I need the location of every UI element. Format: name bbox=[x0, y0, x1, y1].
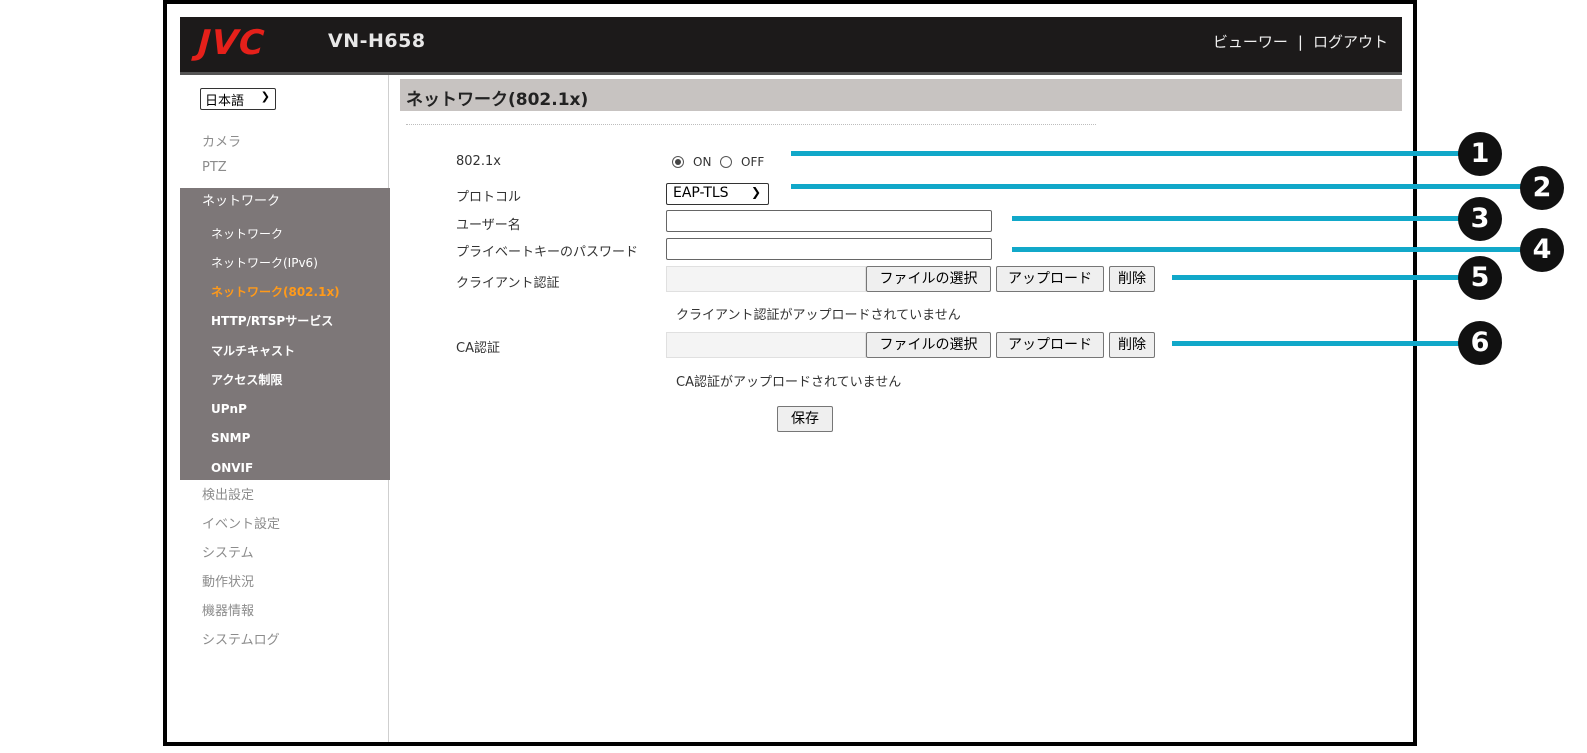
main-content: ネットワーク(802.1x) 802.1x ON OFF プロトコル EAP-T… bbox=[400, 75, 1402, 742]
logout-link[interactable]: ログアウト bbox=[1313, 33, 1388, 51]
protocol-select[interactable]: EAP-TLS ❯ bbox=[666, 183, 769, 205]
link-separator: | bbox=[1297, 33, 1303, 51]
dot1x-on-radio[interactable] bbox=[672, 156, 684, 168]
username-input[interactable] bbox=[666, 210, 992, 232]
sidebar: 日本語 ❯ カメラ PTZ ネットワーク ネットワーク ネットワーク(IPv6)… bbox=[180, 75, 390, 742]
sidebar-item-system[interactable]: システム bbox=[202, 542, 254, 561]
sidebar-item-system-log[interactable]: システムログ bbox=[202, 629, 280, 648]
sidebar-subitem-snmp[interactable]: SNMP bbox=[211, 431, 250, 445]
callout-line-1 bbox=[791, 151, 1463, 156]
dot1x-off-radio[interactable] bbox=[720, 156, 732, 168]
divider bbox=[406, 124, 1096, 125]
callout-badge-3: 3 bbox=[1458, 197, 1502, 241]
sidebar-subitem-network[interactable]: ネットワーク bbox=[211, 225, 283, 242]
client-cert-label: クライアント認証 bbox=[456, 276, 560, 291]
page-title: ネットワーク(802.1x) bbox=[406, 90, 589, 110]
sidebar-subitem-multicast[interactable]: マルチキャスト bbox=[211, 342, 295, 359]
ca-cert-status: CA認証がアップロードされていません bbox=[676, 375, 902, 390]
chevron-down-icon: ❯ bbox=[750, 185, 761, 199]
top-header: JVC VN-H658 ビューワー | ログアウト bbox=[180, 17, 1402, 75]
callout-line-5 bbox=[1172, 275, 1463, 280]
page-title-bar: ネットワーク(802.1x) bbox=[400, 79, 1402, 111]
client-cert-choose-file-button[interactable]: ファイルの選択 bbox=[866, 266, 991, 292]
sidebar-item-ptz[interactable]: PTZ bbox=[202, 160, 227, 175]
sidebar-subitem-upnp[interactable]: UPnP bbox=[211, 402, 247, 416]
dot1x-on-label: ON bbox=[693, 155, 712, 169]
callout-line-4 bbox=[1012, 247, 1526, 252]
sidebar-subitem-onvif[interactable]: ONVIF bbox=[211, 461, 253, 475]
sidebar-subitem-access-control[interactable]: アクセス制限 bbox=[211, 371, 282, 388]
username-label: ユーザー名 bbox=[456, 218, 521, 233]
client-cert-status: クライアント認証がアップロードされていません bbox=[676, 308, 961, 323]
sidebar-item-camera[interactable]: カメラ bbox=[202, 131, 241, 150]
sidebar-item-detection[interactable]: 検出設定 bbox=[202, 484, 254, 503]
sidebar-item-network[interactable]: ネットワーク bbox=[202, 190, 280, 209]
sidebar-subitem-network-8021x[interactable]: ネットワーク(802.1x) bbox=[211, 283, 340, 300]
ca-cert-choose-file-button[interactable]: ファイルの選択 bbox=[866, 332, 991, 358]
protocol-label: プロトコル bbox=[456, 190, 522, 205]
chevron-down-icon: ❯ bbox=[260, 90, 270, 103]
ca-cert-upload-button[interactable]: アップロード bbox=[996, 332, 1104, 358]
protocol-value: EAP-TLS bbox=[673, 185, 729, 201]
sidebar-item-device-info[interactable]: 機器情報 bbox=[202, 600, 254, 619]
client-cert-file-field bbox=[666, 266, 866, 292]
sidebar-item-event[interactable]: イベント設定 bbox=[202, 513, 280, 532]
model-name: VN-H658 bbox=[328, 30, 426, 52]
callout-line-6 bbox=[1172, 341, 1463, 346]
client-cert-delete-button[interactable]: 削除 bbox=[1109, 266, 1155, 292]
callout-line-2 bbox=[791, 184, 1526, 189]
callout-badge-6: 6 bbox=[1458, 321, 1502, 365]
sidebar-subitem-http-rtsp[interactable]: HTTP/RTSPサービス bbox=[211, 312, 333, 329]
dot1x-off-label: OFF bbox=[741, 155, 765, 169]
client-cert-upload-button[interactable]: アップロード bbox=[996, 266, 1104, 292]
private-key-password-input[interactable] bbox=[666, 238, 992, 260]
sidebar-subitem-network-ipv6[interactable]: ネットワーク(IPv6) bbox=[211, 254, 318, 271]
language-value: 日本語 bbox=[205, 94, 245, 109]
callout-badge-1: 1 bbox=[1458, 132, 1502, 176]
save-button[interactable]: 保存 bbox=[777, 406, 833, 432]
ca-cert-delete-button[interactable]: 削除 bbox=[1109, 332, 1155, 358]
callout-line-3 bbox=[1012, 216, 1463, 221]
viewer-link[interactable]: ビューワー bbox=[1213, 33, 1288, 51]
private-key-password-label: プライベートキーのパスワード bbox=[456, 245, 639, 260]
header-links: ビューワー | ログアウト bbox=[1213, 31, 1388, 52]
ca-cert-file-field bbox=[666, 332, 866, 358]
browser-frame: JVC VN-H658 ビューワー | ログアウト 日本語 ❯ カメラ PTZ ネッ… bbox=[163, 0, 1417, 746]
callout-badge-2: 2 bbox=[1520, 166, 1564, 210]
callout-badge-4: 4 bbox=[1520, 228, 1564, 272]
sidebar-item-status[interactable]: 動作状況 bbox=[202, 571, 254, 590]
language-select[interactable]: 日本語 ❯ bbox=[200, 88, 276, 110]
callout-badge-5: 5 bbox=[1458, 256, 1502, 300]
jvc-logo: JVC bbox=[196, 23, 267, 63]
dot1x-label: 802.1x bbox=[456, 154, 501, 169]
ca-cert-label: CA認証 bbox=[456, 341, 500, 356]
